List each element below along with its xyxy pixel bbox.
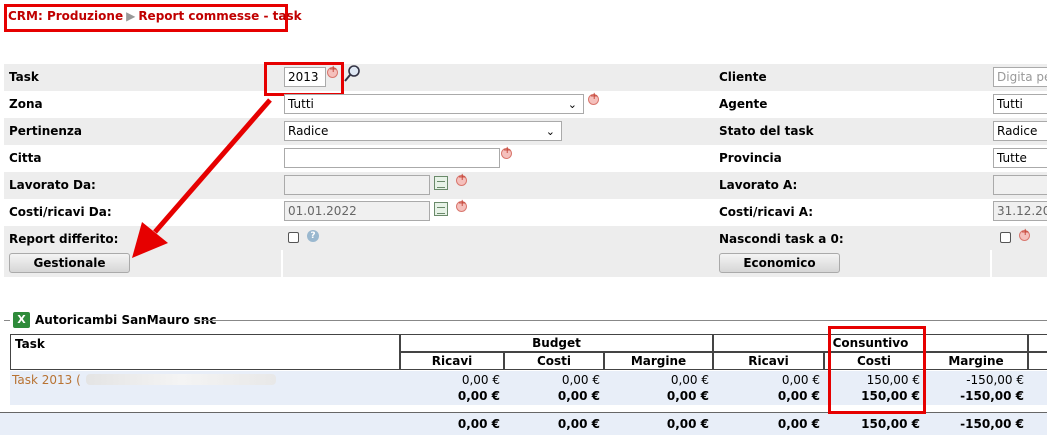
budget-ricavi-header: Ricavi (400, 352, 504, 370)
row-cons-ricavi: 0,00 € (781, 373, 820, 387)
task-column-header: Task (10, 334, 400, 370)
subtotal-budget-margine: 0,00 € (666, 389, 709, 403)
total-budget-costi: 0,00 € (557, 417, 600, 431)
report-title: Autoricambi SanMauro snc (35, 313, 217, 327)
cons-ricavi-header: Ricavi (713, 352, 824, 370)
row-cons-margine: -150,00 € (966, 373, 1024, 387)
total-cons-costi: 150,00 € (861, 417, 920, 431)
subtotal-cons-margine: -150,00 € (960, 389, 1024, 403)
subtotal-cons-ricavi: 0,00 € (777, 389, 820, 403)
budget-margine-header: Margine (604, 352, 713, 370)
row-budget-margine: 0,00 € (670, 373, 709, 387)
total-budget-ricavi: 0,00 € (457, 417, 500, 431)
task-link[interactable]: Task 2013 ( (12, 373, 81, 387)
total-cons-margine: -150,00 € (960, 417, 1024, 431)
budget-column-header: Budget (400, 334, 713, 352)
row-budget-costi: 0,00 € (561, 373, 600, 387)
row-budget-ricavi: 0,00 € (461, 373, 500, 387)
subtotal-budget-costi: 0,00 € (557, 389, 600, 403)
excel-export-icon[interactable]: X (13, 312, 30, 328)
total-budget-margine: 0,00 € (666, 417, 709, 431)
cons-margine-header: Margine (924, 352, 1028, 370)
redacted-text (86, 374, 276, 385)
consuntivo-costi-highlight (828, 326, 926, 414)
total-cons-ricavi: 0,00 € (777, 417, 820, 431)
subtotal-budget-ricavi: 0,00 € (457, 389, 500, 403)
budget-costi-header: Costi (504, 352, 604, 370)
